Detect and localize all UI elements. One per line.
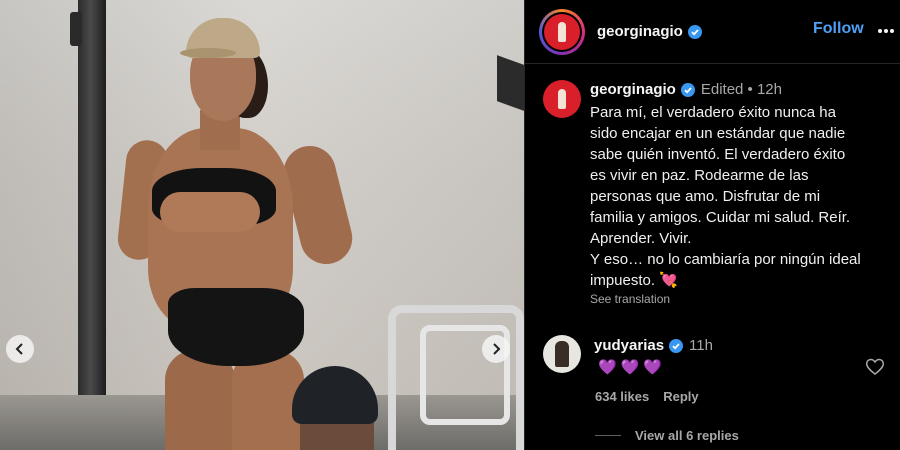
caption-line: impuesto. 💘 — [590, 272, 678, 289]
replies-divider — [595, 435, 621, 436]
verified-badge-icon — [669, 338, 684, 353]
caption-edited-time: Edited • 12h — [700, 81, 782, 98]
caption-line: familia y amigos. Cuidar mi salud. Reír. — [590, 209, 851, 226]
caption-line: Y eso… no lo cambiaría por ningún ideal — [590, 251, 861, 268]
chevron-right-icon — [493, 343, 501, 355]
caption-username[interactable]: georginagio — [590, 81, 676, 98]
view-replies-button[interactable]: View all 6 replies — [595, 428, 739, 443]
view-replies-label: View all 6 replies — [635, 428, 739, 443]
carousel-prev-button[interactable] — [6, 335, 34, 363]
post-media — [0, 0, 524, 450]
caption-line: sabe quién inventó. El verdadero éxito — [590, 146, 846, 163]
author-username[interactable]: georginagio — [597, 23, 683, 40]
post-header: georginagio Follow — [525, 0, 900, 64]
reply-button[interactable]: Reply — [663, 389, 698, 404]
photo-pole-clip — [70, 12, 82, 46]
photo-fixture — [497, 55, 524, 111]
caption-line: personas que amo. Disfrutar de mi — [590, 188, 821, 205]
caption-line: Aprender. Vivir. — [590, 230, 692, 247]
verified-badge-icon — [680, 82, 695, 97]
comment-likes-count[interactable]: 634 likes — [595, 389, 649, 404]
carousel-next-button[interactable] — [482, 335, 510, 363]
caption-text: Para mí, el verdadero éxito nunca ha sid… — [590, 102, 890, 291]
commenter-avatar[interactable] — [543, 335, 581, 373]
caption-line: sido encajar en un estándar que nadie — [590, 125, 846, 142]
more-options-button[interactable] — [875, 20, 897, 42]
more-horizontal-icon — [878, 29, 894, 33]
photo-figure-cap-brim — [180, 48, 236, 58]
comment-time: 11h — [689, 337, 713, 354]
see-translation-link[interactable]: See translation — [590, 292, 670, 306]
chevron-left-icon — [15, 343, 23, 355]
photo-figure-swim-bottom — [168, 288, 304, 366]
photo-figure-hands — [160, 192, 260, 232]
caption-line: es vivir en paz. Rodearme de las — [590, 167, 809, 184]
heart-outline-icon[interactable] — [865, 357, 885, 377]
comment-text: 💜💜💜 — [598, 359, 667, 376]
post-side-panel: georginagio Follow georginagio Edited • … — [524, 0, 900, 450]
follow-button[interactable]: Follow — [813, 20, 864, 38]
commenter-username[interactable]: yudyarias — [594, 337, 664, 354]
author-avatar[interactable] — [539, 8, 585, 55]
photo-pole — [78, 0, 106, 450]
caption-author-avatar[interactable] — [543, 80, 581, 118]
caption-line: Para mí, el verdadero éxito nunca ha — [590, 104, 836, 121]
verified-badge-icon — [687, 24, 702, 39]
